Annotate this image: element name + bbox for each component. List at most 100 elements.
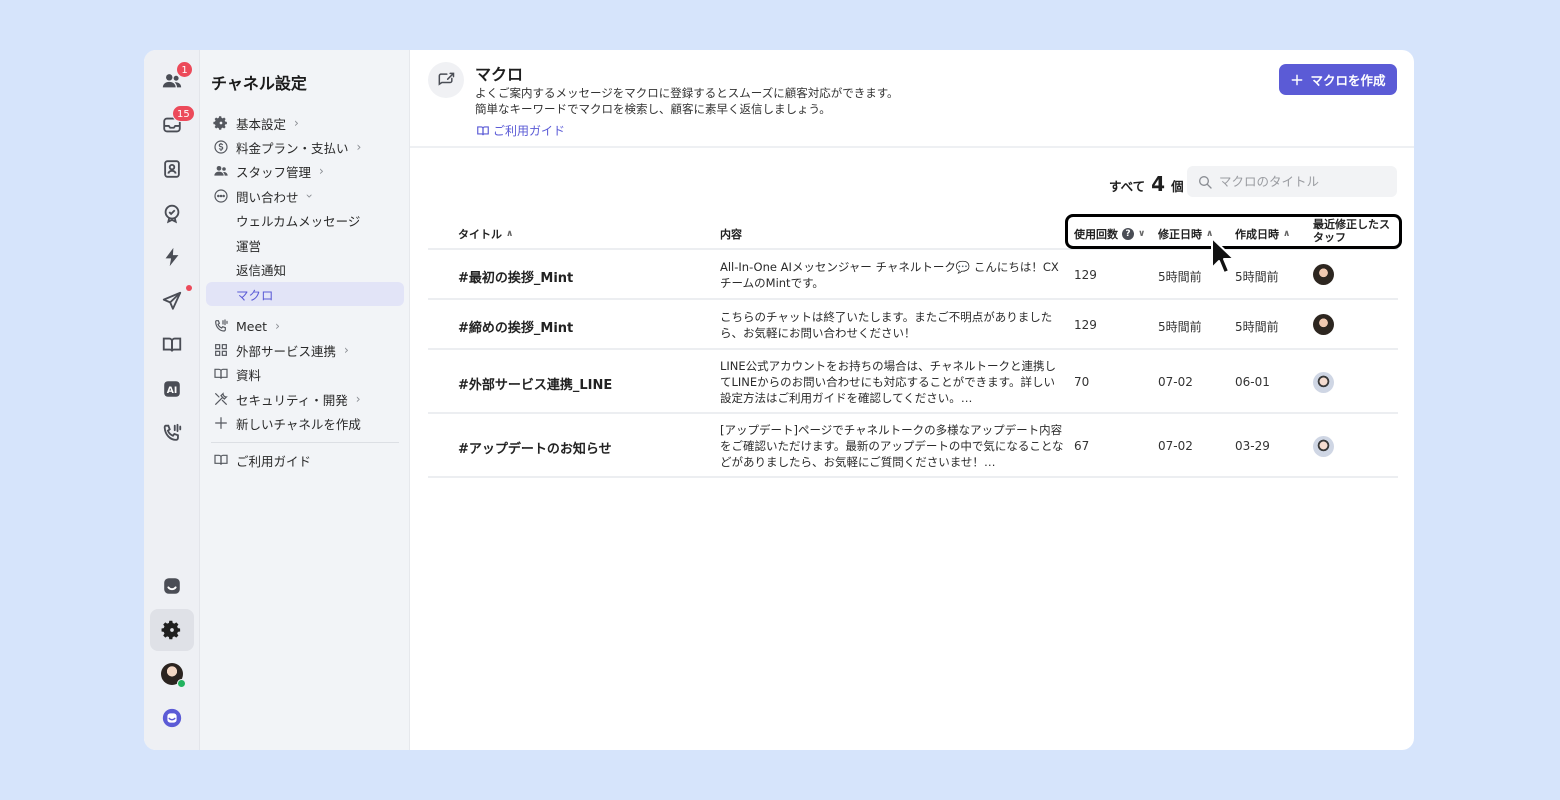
meet-phone-icon[interactable] <box>150 414 194 452</box>
macro-title: #アップデートのお知らせ <box>458 442 612 457</box>
sidebar-item-label: 基本設定 <box>236 116 287 132</box>
modified-date: 5時間前 <box>1158 270 1202 284</box>
contact-icon[interactable] <box>150 150 194 188</box>
sidebar-item-meet[interactable]: Meet › <box>206 314 404 338</box>
inbox-badge: 15 <box>172 105 195 122</box>
column-header-title[interactable]: タイトル ∧ <box>458 226 513 242</box>
gear-icon <box>212 114 230 132</box>
svg-text:AI: AI <box>167 385 178 396</box>
sidebar-item-label: 料金プラン・支払い <box>236 140 349 156</box>
sidebar-item-new-channel[interactable]: 新しいチャネルを作成 <box>206 411 404 435</box>
page-description: よくご案内するメッセージをマクロに登録するとスムーズに顧客対応ができます。 簡単… <box>475 85 899 117</box>
column-header-label: 内容 <box>720 228 742 241</box>
sidebar-item-integrations[interactable]: 外部サービス連携 › <box>206 338 404 362</box>
search-icon <box>1199 175 1212 189</box>
sidebar-item-basic-settings[interactable]: 基本設定 › <box>206 111 404 135</box>
macro-title: #締めの挨拶_Mint <box>458 321 574 336</box>
sidebar-divider <box>211 442 399 443</box>
sidebar-item-label: ご利用ガイド <box>236 453 312 469</box>
staff-avatar <box>1313 372 1334 393</box>
macro-icon <box>428 62 464 98</box>
usage-count: 129 <box>1074 318 1097 332</box>
sidebar-item-staff[interactable]: スタッフ管理 › <box>206 159 404 183</box>
sidebar-item-pricing[interactable]: 料金プラン・支払い › <box>206 135 404 159</box>
settings-sidebar: チャネル設定 基本設定 › 料金プラン・支払い › スタッフ管理 › 問い合わせ… <box>200 50 410 750</box>
sidebar-item-macro[interactable]: マクロ <box>206 282 404 306</box>
macro-title: #外部サービス連携_LINE <box>458 378 613 393</box>
ai-icon[interactable]: AI <box>150 370 194 408</box>
icon-rail: 1 15 AI <box>144 50 200 750</box>
chevron-down-icon: › <box>301 193 316 199</box>
count-suffix: 個 <box>1171 179 1184 194</box>
sidebar-item-label: Meet <box>236 318 268 334</box>
send-icon[interactable] <box>150 282 194 320</box>
chevron-right-icon: › <box>344 343 349 357</box>
online-status-dot <box>177 679 186 688</box>
chat-icon[interactable] <box>150 567 194 605</box>
book-icon <box>212 365 230 383</box>
book-icon <box>477 125 489 135</box>
table-row[interactable]: #締めの挨拶_Mint こちらのチャットは終了いたします。またご不明点がありまし… <box>428 300 1398 350</box>
sidebar-item-inquiries[interactable]: 問い合わせ › <box>206 184 404 208</box>
sidebar-item-resources[interactable]: 資料 <box>206 362 404 386</box>
search-box[interactable] <box>1187 166 1397 197</box>
sidebar-item-welcome-message[interactable]: ウェルカムメッセージ <box>206 208 404 232</box>
column-header-content: 内容 <box>720 226 742 242</box>
created-date: 03-29 <box>1235 439 1270 453</box>
send-notification-dot <box>186 285 192 291</box>
book-icon <box>212 451 230 469</box>
modified-date: 5時間前 <box>1158 320 1202 334</box>
sidebar-item-label: スタッフ管理 <box>236 164 312 180</box>
count-value: 4 <box>1151 172 1166 196</box>
header-divider <box>410 146 1414 148</box>
user-avatar[interactable] <box>150 655 194 693</box>
grid-icon <box>212 341 230 359</box>
created-date: 5時間前 <box>1235 270 1279 284</box>
sidebar-item-label: ウェルカムメッセージ <box>236 213 361 229</box>
usage-count: 67 <box>1074 439 1090 453</box>
macro-content: All-In-One AIメッセンジャー チャネルトーク💬 こんにちは！CXチー… <box>720 260 1059 290</box>
book-icon[interactable] <box>150 326 194 364</box>
guide-link[interactable]: ご利用ガイド <box>476 122 565 139</box>
sidebar-item-operation[interactable]: 運営 <box>206 233 404 257</box>
macro-content: LINE公式アカウントをお持ちの場合は、チャネルトークと連携してLINEからのお… <box>720 359 1057 405</box>
channel-logo-icon[interactable] <box>150 699 194 737</box>
chevron-right-icon: › <box>294 116 299 130</box>
gear-icon[interactable] <box>150 609 194 651</box>
column-header-label: タイトル <box>458 228 502 241</box>
team-icon[interactable]: 1 <box>150 61 194 100</box>
table-row[interactable]: #最初の挨拶_Mint All-In-One AIメッセンジャー チャネルトーク… <box>428 250 1398 300</box>
macro-content: こちらのチャットは終了いたします。またご不明点がありましたら、お気軽にお問い合わ… <box>720 310 1053 340</box>
modified-date: 07-02 <box>1158 439 1193 453</box>
create-macro-button[interactable]: マクロを作成 <box>1279 64 1397 95</box>
count-prefix: すべて <box>1109 179 1146 194</box>
table-row[interactable]: #アップデートのお知らせ [アップデート]ページでチャネルトークの多様なアップデ… <box>428 414 1398 478</box>
dollar-icon <box>212 138 230 156</box>
usage-count: 129 <box>1074 268 1097 282</box>
sidebar-item-guide[interactable]: ご利用ガイド <box>206 448 404 472</box>
table-row[interactable]: #外部サービス連携_LINE LINE公式アカウントをお持ちの場合は、チャネルト… <box>428 350 1398 414</box>
staff-avatar <box>1313 436 1334 457</box>
modified-date: 07-02 <box>1158 375 1193 389</box>
lightning-icon[interactable] <box>150 238 194 276</box>
sidebar-item-label: 運営 <box>236 238 262 254</box>
created-date: 06-01 <box>1235 375 1270 389</box>
chevron-right-icon: › <box>275 319 280 333</box>
sidebar-item-label: 新しいチャネルを作成 <box>236 416 361 432</box>
sidebar-item-reply-notification[interactable]: 返信通知 <box>206 257 404 281</box>
sidebar-item-label: 問い合わせ <box>236 189 299 205</box>
mouse-cursor-icon <box>1211 237 1235 274</box>
create-macro-label: マクロを作成 <box>1310 73 1386 88</box>
verified-icon[interactable] <box>150 194 194 232</box>
chevron-right-icon: › <box>355 392 361 406</box>
search-input[interactable] <box>1219 174 1389 189</box>
sort-asc-icon: ∧ <box>506 229 514 239</box>
inbox-icon[interactable]: 15 <box>150 105 195 144</box>
team-icon <box>212 162 230 180</box>
chevron-right-icon: › <box>319 164 324 178</box>
macro-content: [アップデート]ページでチャネルトークの多様なアップデート内容をご確認いただけま… <box>720 423 1064 469</box>
meet-phone-icon <box>212 317 230 335</box>
created-date: 5時間前 <box>1235 320 1279 334</box>
sidebar-item-security[interactable]: セキュリティ・開発 › <box>206 387 404 411</box>
macro-count: すべて 4 個 <box>1109 172 1184 196</box>
